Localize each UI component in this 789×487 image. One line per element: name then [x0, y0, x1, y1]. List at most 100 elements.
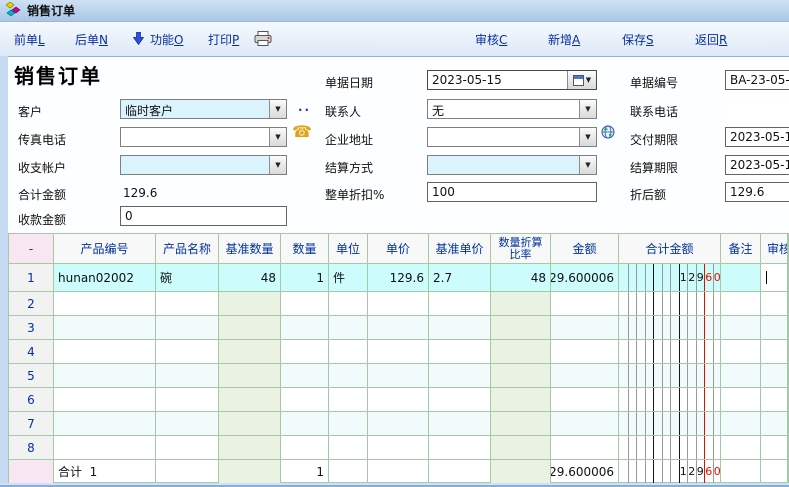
contact-phone-field[interactable]: [725, 99, 789, 119]
contact-combo[interactable]: 无 ▼: [427, 99, 597, 119]
print-button[interactable]: 打印P: [208, 31, 239, 48]
row3-base-price[interactable]: [429, 316, 491, 340]
row8-price[interactable]: [368, 436, 429, 460]
row7-amount-grid[interactable]: [619, 412, 721, 436]
row7-qty[interactable]: [281, 412, 329, 436]
row7-unit[interactable]: [329, 412, 368, 436]
functions-menu-button[interactable]: 功能O: [150, 31, 183, 48]
row8-audit[interactable]: [761, 436, 788, 460]
row1-base-price[interactable]: 2.7: [429, 264, 491, 292]
row6-number[interactable]: 6: [9, 388, 54, 412]
row4-product-code[interactable]: [54, 340, 156, 364]
row1-unit[interactable]: 件: [329, 264, 368, 292]
address-dropdown-button[interactable]: ▼: [579, 128, 596, 146]
row7-note[interactable]: [721, 412, 761, 436]
row4-note[interactable]: [721, 340, 761, 364]
row8-unit[interactable]: [329, 436, 368, 460]
row2-base-price[interactable]: [429, 292, 491, 316]
address-combo[interactable]: ▼: [427, 127, 597, 147]
row8-number[interactable]: 8: [9, 436, 54, 460]
row5-ratio[interactable]: [491, 364, 551, 388]
row1-audit[interactable]: [761, 264, 788, 292]
row8-product-code[interactable]: [54, 436, 156, 460]
row8-base-price[interactable]: [429, 436, 491, 460]
row4-qty[interactable]: [281, 340, 329, 364]
row6-amount[interactable]: [551, 388, 619, 412]
doc-date-combo[interactable]: 2023-05-15 ▼: [427, 70, 597, 90]
row6-base-price[interactable]: [429, 388, 491, 412]
row4-product-name[interactable]: [156, 340, 219, 364]
settle-method-combo[interactable]: ▼: [427, 155, 597, 175]
row2-base-qty[interactable]: [219, 292, 281, 316]
row4-base-price[interactable]: [429, 340, 491, 364]
account-combo[interactable]: ▼: [120, 155, 287, 175]
row8-amount[interactable]: [551, 436, 619, 460]
row1-product-code[interactable]: hunan02002: [54, 264, 156, 292]
row5-price[interactable]: [368, 364, 429, 388]
row2-amount[interactable]: [551, 292, 619, 316]
new-button[interactable]: 新增A: [548, 31, 580, 48]
row7-audit[interactable]: [761, 412, 788, 436]
row1-note[interactable]: [721, 264, 761, 292]
row1-number[interactable]: 1: [9, 264, 54, 292]
row2-audit[interactable]: [761, 292, 788, 316]
row7-product-code[interactable]: [54, 412, 156, 436]
row4-base-qty[interactable]: [219, 340, 281, 364]
row1-amount[interactable]: 129.600006: [551, 264, 619, 292]
row6-product-name[interactable]: [156, 388, 219, 412]
row1-price[interactable]: 129.6: [368, 264, 429, 292]
row6-audit[interactable]: [761, 388, 788, 412]
row1-base-qty[interactable]: 48: [219, 264, 281, 292]
row2-number[interactable]: 2: [9, 292, 54, 316]
row6-product-code[interactable]: [54, 388, 156, 412]
row7-ratio[interactable]: [491, 412, 551, 436]
fax-dropdown-button[interactable]: ▼: [269, 128, 286, 146]
row3-note[interactable]: [721, 316, 761, 340]
row8-ratio[interactable]: [491, 436, 551, 460]
row3-number[interactable]: 3: [9, 316, 54, 340]
row5-product-code[interactable]: [54, 364, 156, 388]
contact-dropdown-button[interactable]: ▼: [579, 100, 596, 118]
audit-button[interactable]: 审核C: [475, 31, 507, 48]
row5-qty[interactable]: [281, 364, 329, 388]
row3-unit[interactable]: [329, 316, 368, 340]
row3-product-name[interactable]: [156, 316, 219, 340]
doc-date-calendar-button[interactable]: ▼: [567, 71, 596, 89]
discount-input[interactable]: [427, 182, 597, 202]
row7-product-name[interactable]: [156, 412, 219, 436]
row5-amount[interactable]: [551, 364, 619, 388]
phone-icon[interactable]: ☎: [292, 122, 312, 141]
row2-qty[interactable]: [281, 292, 329, 316]
row2-unit[interactable]: [329, 292, 368, 316]
row2-price[interactable]: [368, 292, 429, 316]
customer-browse-button[interactable]: ..: [298, 100, 311, 114]
row6-ratio[interactable]: [491, 388, 551, 412]
row2-ratio[interactable]: [491, 292, 551, 316]
row3-audit[interactable]: [761, 316, 788, 340]
fax-combo[interactable]: ▼: [120, 127, 287, 147]
row7-price[interactable]: [368, 412, 429, 436]
row1-amount-grid[interactable]: 1 2 9 6 0: [619, 264, 721, 292]
settle-deadline-input[interactable]: [725, 155, 789, 175]
account-dropdown-button[interactable]: ▼: [269, 156, 286, 174]
row3-amount-grid[interactable]: [619, 316, 721, 340]
row5-unit[interactable]: [329, 364, 368, 388]
row1-ratio[interactable]: 48: [491, 264, 551, 292]
row7-base-qty[interactable]: [219, 412, 281, 436]
customer-dropdown-button[interactable]: ▼: [269, 100, 286, 118]
row4-audit[interactable]: [761, 340, 788, 364]
row8-qty[interactable]: [281, 436, 329, 460]
row4-amount-grid[interactable]: [619, 340, 721, 364]
row8-note[interactable]: [721, 436, 761, 460]
prev-order-button[interactable]: 前单L: [14, 31, 45, 48]
row8-product-name[interactable]: [156, 436, 219, 460]
doc-number-input[interactable]: [725, 70, 789, 90]
settle-method-dropdown-button[interactable]: ▼: [579, 156, 596, 174]
row3-amount[interactable]: [551, 316, 619, 340]
row5-base-price[interactable]: [429, 364, 491, 388]
row5-number[interactable]: 5: [9, 364, 54, 388]
row1-product-name[interactable]: 碗: [156, 264, 219, 292]
row7-base-price[interactable]: [429, 412, 491, 436]
row3-price[interactable]: [368, 316, 429, 340]
row7-amount[interactable]: [551, 412, 619, 436]
